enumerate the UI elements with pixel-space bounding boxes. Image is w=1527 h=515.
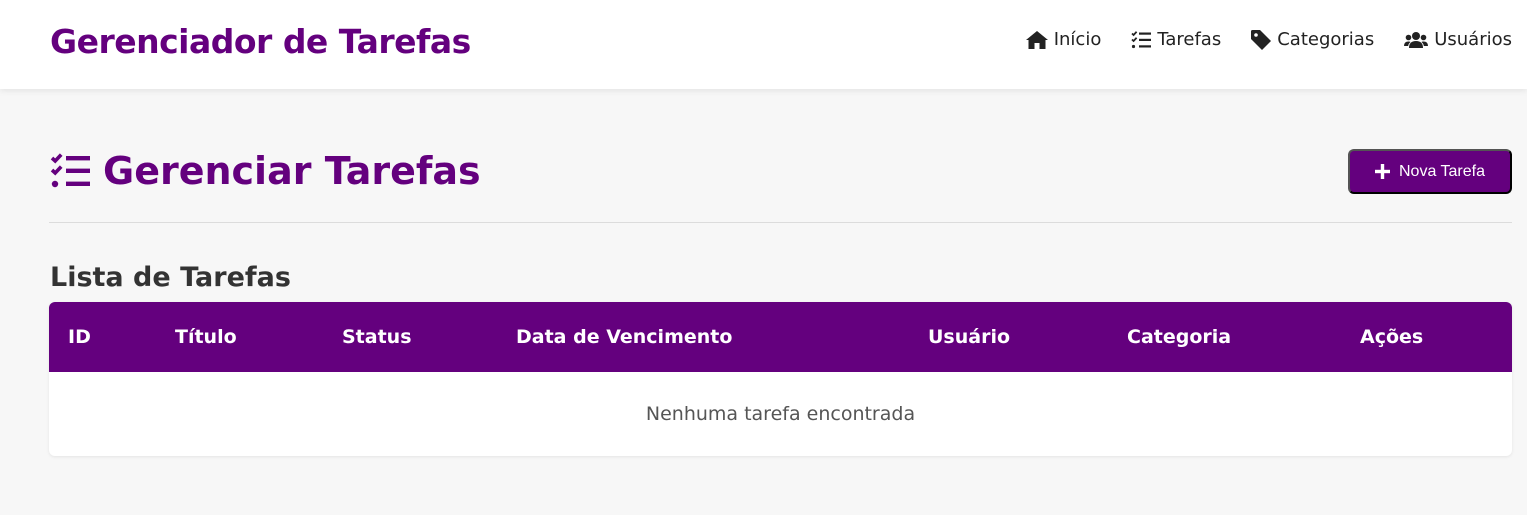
nav-link-tarefas[interactable]: Tarefas — [1131, 29, 1221, 50]
column-header-acoes: Ações — [1360, 326, 1424, 348]
nav-links: Início Tarefas Categorias Usuários — [1025, 29, 1512, 50]
column-header-data-vencimento: Data de Vencimento — [516, 326, 733, 348]
tasks-icon — [1131, 30, 1152, 48]
nav-link-label: Categorias — [1277, 29, 1375, 50]
tasks-icon — [50, 153, 90, 188]
new-task-button-label: Nova Tarefa — [1399, 162, 1485, 180]
nav-link-categorias[interactable]: Categorias — [1251, 29, 1374, 50]
nav-link-inicio[interactable]: Início — [1025, 29, 1102, 50]
page-title: Gerenciar Tarefas — [49, 149, 481, 193]
column-header-titulo: Título — [175, 326, 237, 348]
task-list-title: Lista de Tarefas — [50, 262, 291, 293]
nav-link-label: Início — [1053, 29, 1102, 50]
column-header-id: ID — [68, 326, 91, 348]
column-header-categoria: Categoria — [1127, 326, 1232, 348]
task-table: ID Título Status Data de Vencimento Usuá… — [49, 302, 1512, 456]
tag-icon — [1251, 29, 1272, 50]
brand-title[interactable]: Gerenciador de Tarefas — [50, 22, 471, 61]
table-header: ID Título Status Data de Vencimento Usuá… — [49, 302, 1512, 372]
nav-link-label: Usuários — [1434, 29, 1512, 50]
page-title-text: Gerenciar Tarefas — [103, 149, 481, 193]
nav-link-label: Tarefas — [1157, 29, 1222, 50]
navbar: Gerenciador de Tarefas Início Tarefas Ca… — [0, 0, 1527, 89]
column-header-status: Status — [342, 326, 412, 348]
empty-table-message: Nenhuma tarefa encontrada — [645, 403, 916, 425]
users-icon — [1404, 31, 1429, 48]
plus-icon — [1375, 164, 1390, 179]
nav-link-usuarios[interactable]: Usuários — [1404, 29, 1512, 50]
new-task-button[interactable]: Nova Tarefa — [1348, 149, 1512, 194]
column-header-usuario: Usuário — [928, 326, 1011, 348]
page-header: Gerenciar Tarefas Nova Tarefa — [49, 149, 1512, 223]
home-icon — [1025, 30, 1048, 49]
